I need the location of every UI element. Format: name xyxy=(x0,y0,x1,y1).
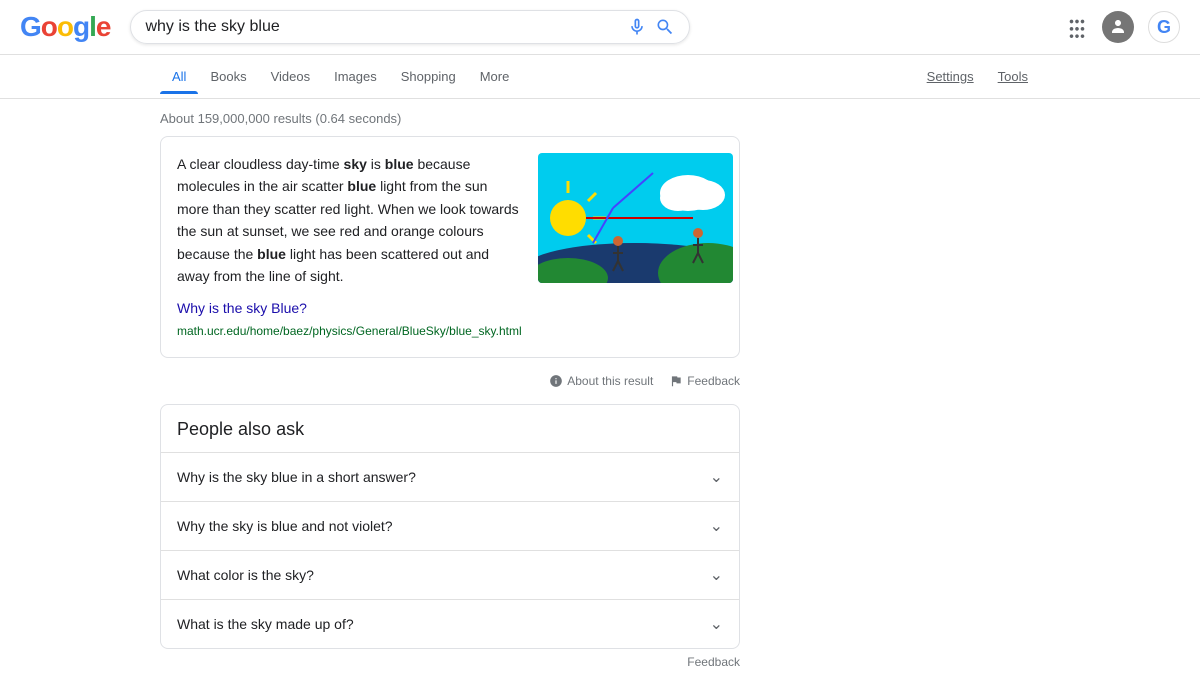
snippet-url: math.ucr.edu/home/baez/physics/General/B… xyxy=(177,322,522,341)
chevron-down-icon-4: ⌄ xyxy=(710,614,723,634)
search-button[interactable] xyxy=(655,17,675,37)
paa-item-4[interactable]: What is the sky made up of? ⌄ xyxy=(161,599,739,648)
mic-icon[interactable] xyxy=(627,17,647,37)
tab-images[interactable]: Images xyxy=(322,59,389,94)
about-result-label: About this result xyxy=(567,374,653,388)
logo-letter-g: G xyxy=(20,11,41,42)
bottom-feedback[interactable]: Feedback xyxy=(160,649,740,675)
info-icon xyxy=(549,374,563,388)
chevron-down-icon-3: ⌄ xyxy=(710,565,723,585)
result-meta: About this result Feedback xyxy=(160,366,740,396)
chevron-down-icon-2: ⌄ xyxy=(710,516,723,536)
apps-icon[interactable] xyxy=(1066,16,1088,38)
logo-letter-l: l xyxy=(89,11,96,42)
tab-videos[interactable]: Videos xyxy=(259,59,323,94)
featured-snippet: A clear cloudless day-time sky is blue b… xyxy=(160,136,740,358)
paa-item-3[interactable]: What color is the sky? ⌄ xyxy=(161,550,739,599)
feedback-button[interactable]: Feedback xyxy=(669,374,740,388)
tools-link[interactable]: Tools xyxy=(986,59,1040,94)
paa-item-1[interactable]: Why is the sky blue in a short answer? ⌄ xyxy=(161,452,739,501)
settings-link[interactable]: Settings xyxy=(915,59,986,94)
people-also-ask: People also ask Why is the sky blue in a… xyxy=(160,404,740,649)
feedback-label: Feedback xyxy=(687,374,740,388)
logo-letter-o2: o xyxy=(57,11,73,42)
logo-letter-e: e xyxy=(96,11,111,42)
snippet-image xyxy=(538,153,733,283)
logo-letter-g2: g xyxy=(73,11,89,42)
header: Google why is the sky blue xyxy=(0,0,1200,55)
nav-tabs: All Books Videos Images Shopping More Se… xyxy=(0,55,1200,99)
flag-icon xyxy=(669,374,683,388)
google-account-icon[interactable]: G xyxy=(1148,11,1180,43)
paa-title: People also ask xyxy=(161,405,739,452)
results-count: About 159,000,000 results (0.64 seconds) xyxy=(160,99,740,136)
paa-question-2: Why the sky is blue and not violet? xyxy=(177,518,393,534)
results-area: About 159,000,000 results (0.64 seconds)… xyxy=(0,99,740,675)
header-right: G xyxy=(1066,11,1180,43)
search-bar: why is the sky blue xyxy=(130,10,690,44)
paa-question-4: What is the sky made up of? xyxy=(177,616,354,632)
google-logo[interactable]: Google xyxy=(20,11,110,43)
paa-question-3: What color is the sky? xyxy=(177,567,314,583)
snippet-text-part1: A clear cloudless day-time sky is blue b… xyxy=(177,156,519,284)
logo-letter-o1: o xyxy=(41,11,57,42)
search-input[interactable]: why is the sky blue xyxy=(145,18,619,36)
tab-books[interactable]: Books xyxy=(198,59,258,94)
g-letter: G xyxy=(1157,17,1171,38)
tab-more[interactable]: More xyxy=(468,59,522,94)
account-icon[interactable] xyxy=(1102,11,1134,43)
snippet-text: A clear cloudless day-time sky is blue b… xyxy=(177,153,522,341)
tab-all[interactable]: All xyxy=(160,59,198,94)
snippet-title-link[interactable]: Why is the sky Blue? xyxy=(177,300,307,316)
snippet-link: Why is the sky Blue? math.ucr.edu/home/b… xyxy=(177,297,522,341)
chevron-down-icon-1: ⌄ xyxy=(710,467,723,487)
paa-item-2[interactable]: Why the sky is blue and not violet? ⌄ xyxy=(161,501,739,550)
tab-shopping[interactable]: Shopping xyxy=(389,59,468,94)
paa-question-1: Why is the sky blue in a short answer? xyxy=(177,469,416,485)
about-result-button[interactable]: About this result xyxy=(549,374,653,388)
